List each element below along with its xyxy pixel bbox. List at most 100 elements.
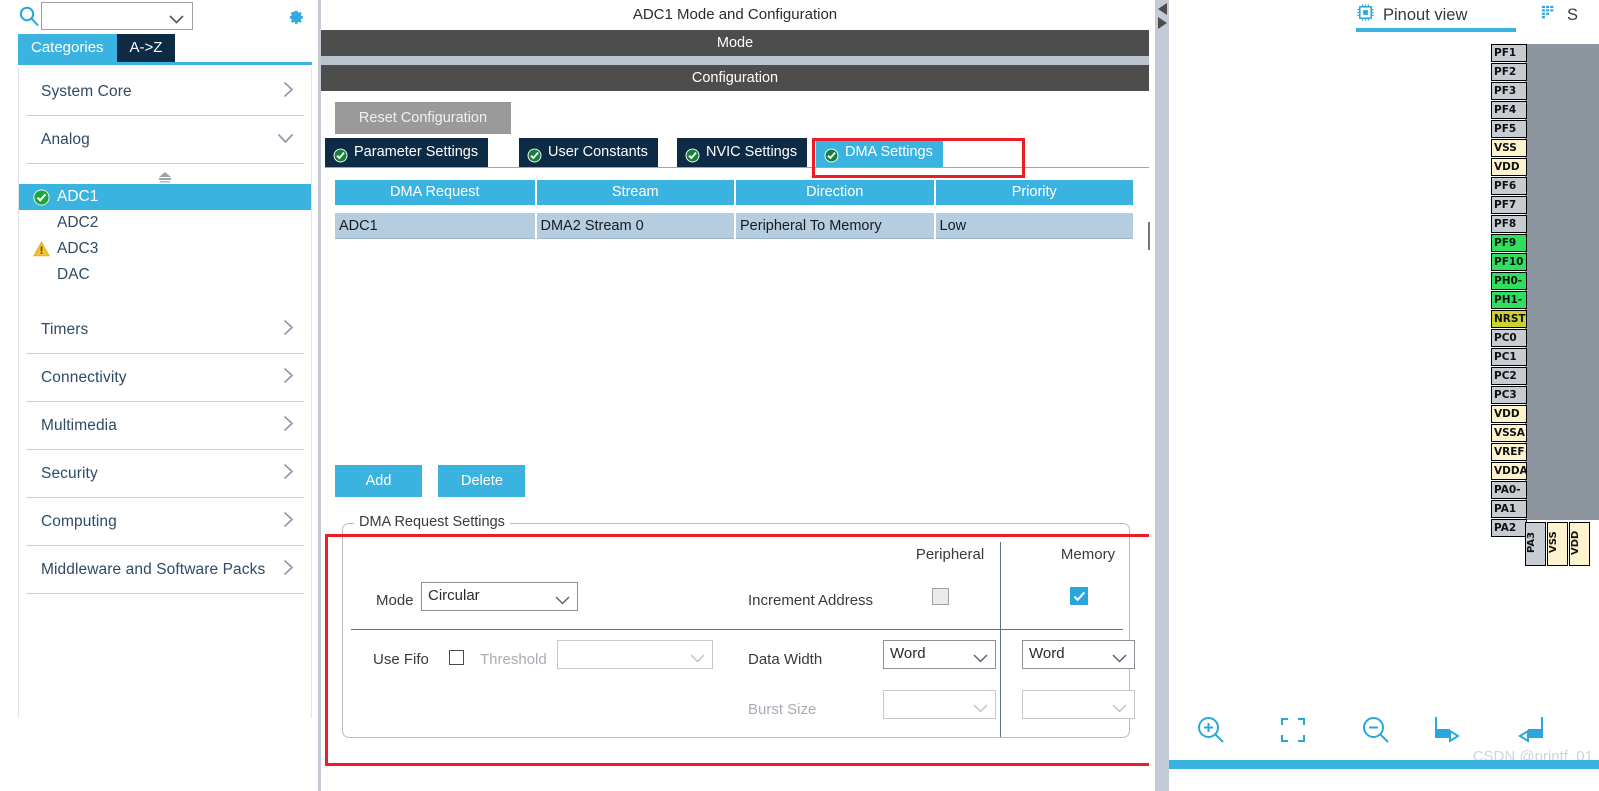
tab-categories[interactable]: Categories [18, 34, 117, 62]
tab-dma-settings[interactable]: DMA Settings [816, 138, 945, 167]
cell-dma-request[interactable]: ADC1 [335, 213, 535, 239]
delete-button[interactable]: Delete [438, 465, 526, 497]
pin-pf4[interactable]: PF4 [1491, 101, 1527, 119]
pin-vdd-3[interactable]: VDD [1569, 522, 1590, 566]
tab-a-to-z[interactable]: A->Z [116, 34, 176, 62]
search-input[interactable] [41, 2, 193, 30]
sidebar-item-label: Connectivity [41, 368, 127, 386]
pinout-tab-underline [1356, 28, 1516, 32]
gear-icon[interactable] [284, 4, 306, 26]
rotate-right-icon[interactable] [1430, 713, 1464, 747]
threshold-label: Threshold [480, 651, 547, 668]
sidebar-item-label: Middleware and Software Packs [41, 560, 266, 578]
pin-pf8[interactable]: PF8 [1491, 215, 1527, 233]
splitter-bar[interactable] [1155, 0, 1169, 791]
sidebar-item-multimedia[interactable]: Multimedia [26, 402, 304, 450]
pin-pf10[interactable]: GPIO_Output PF10 [1491, 253, 1527, 271]
pin-label: VDDA [1494, 465, 1527, 477]
chevron-down-icon [1112, 650, 1127, 668]
sidebar-item-middleware[interactable]: Middleware and Software Packs [26, 546, 304, 594]
column-header-priority[interactable]: Priority [935, 180, 1133, 205]
sidebar-item-label: System Core [41, 82, 132, 100]
pin-pf2[interactable]: PF2 [1491, 63, 1527, 81]
tab-user-constants[interactable]: User Constants [519, 138, 660, 167]
reset-configuration-button[interactable]: Reset Configuration [335, 102, 511, 134]
zoom-in-icon[interactable] [1194, 713, 1228, 747]
pin-ph0[interactable]: RCC_OSC_IN PH0-O. [1491, 272, 1527, 290]
sidebar-item-computing[interactable]: Computing [26, 498, 304, 546]
peripheral-item-dac[interactable]: DAC [19, 262, 311, 288]
pin-nrst[interactable]: NRST [1491, 310, 1527, 328]
sidebar-item-timers[interactable]: Timers [26, 306, 304, 354]
sidebar-item-analog[interactable]: Analog [26, 116, 304, 164]
peripheral-label: ADC1 [57, 188, 99, 205]
scroll-up-icon[interactable] [156, 170, 174, 188]
table-row[interactable]: ADC1 DMA2 Stream 0 Peripheral To Memory … [335, 213, 1135, 239]
fit-to-screen-icon[interactable] [1276, 713, 1310, 747]
pin-label: VDD [1570, 530, 1581, 555]
tab-label: NVIC Settings [706, 144, 798, 160]
pin-pf5[interactable]: PF5 [1491, 120, 1527, 138]
pin-pf7[interactable]: PF7 [1491, 196, 1527, 214]
sidebar-item-security[interactable]: Security [26, 450, 304, 498]
pin-pa3[interactable]: PA3 [1525, 522, 1546, 566]
chevron-down-icon [690, 650, 705, 668]
use-fifo-checkbox[interactable] [449, 650, 464, 665]
collapse-right-arrow-icon[interactable] [1157, 16, 1168, 34]
tab-pinout-view[interactable]: Pinout view [1356, 3, 1467, 27]
pin-label: PF2 [1494, 66, 1517, 78]
splitter-handle[interactable] [1148, 222, 1154, 250]
cell-stream[interactable]: DMA2 Stream 0 [536, 213, 734, 239]
pin-pc3[interactable]: PC3 [1491, 386, 1527, 404]
sidebar-item-system-core[interactable]: System Core [26, 68, 304, 116]
sidebar-tabs: Categories A->Z [18, 34, 176, 62]
peripheral-item-adc3[interactable]: ADC3 [19, 236, 311, 262]
pin-vdda[interactable]: VDDA [1491, 462, 1527, 480]
mode-select[interactable]: Circular [421, 582, 578, 611]
pin-pf3[interactable]: PF3 [1491, 82, 1527, 100]
pin-pc2[interactable]: PC2 [1491, 367, 1527, 385]
pin-pa1[interactable]: PA1 [1491, 500, 1527, 518]
chevron-down-icon[interactable] [169, 11, 184, 29]
peripheral-scroll-up[interactable] [19, 164, 311, 184]
pin-vss-2[interactable]: VSS [1547, 522, 1568, 566]
data-width-memory-value: Word [1029, 645, 1065, 662]
pin-pf9[interactable]: GPIO_Output PF9 [1491, 234, 1527, 252]
pin-pa2[interactable]: PA2 [1491, 519, 1527, 537]
sidebar-item-connectivity[interactable]: Connectivity [26, 354, 304, 402]
chip-pinout-diagram[interactable]: PF1 PF2 PF3 PF4 PF5 VSS VDD PF6 PF7 PF8 … [1485, 44, 1599, 566]
pin-ph1[interactable]: RCC_OSC_OUT PH1-O. [1491, 291, 1527, 309]
tab-system-view[interactable]: S [1540, 3, 1578, 27]
column-header-stream[interactable]: Stream [536, 180, 734, 205]
pin-pc0[interactable]: PC0 [1491, 329, 1527, 347]
column-header-direction[interactable]: Direction [736, 180, 934, 205]
cell-direction[interactable]: Peripheral To Memory [736, 213, 934, 239]
search-icon[interactable] [18, 5, 40, 27]
pin-pa0[interactable]: PA0-W [1491, 481, 1527, 499]
data-width-memory-select[interactable]: Word [1022, 640, 1135, 669]
data-width-peripheral-select[interactable]: Word [883, 640, 996, 669]
add-button[interactable]: Add [335, 465, 422, 497]
pin-vdd-1[interactable]: VDD [1491, 158, 1527, 176]
band-gap [321, 56, 1149, 65]
pin-pc1[interactable]: PC1 [1491, 348, 1527, 366]
column-header-dma-request[interactable]: DMA Request [335, 180, 535, 205]
zoom-out-icon[interactable] [1359, 713, 1393, 747]
pin-vdd-2[interactable]: VDD [1491, 405, 1527, 423]
pin-pf6[interactable]: PF6 [1491, 177, 1527, 195]
increment-address-peripheral-checkbox[interactable] [932, 588, 949, 605]
pin-vssa[interactable]: VSSA [1491, 424, 1527, 442]
dma-request-settings-group: DMA Request Settings Peripheral Memory M… [342, 514, 1135, 738]
rotate-left-icon[interactable] [1512, 713, 1546, 747]
cell-priority[interactable]: Low [935, 213, 1133, 239]
increment-address-memory-checkbox[interactable] [1070, 587, 1088, 605]
peripheral-item-adc2[interactable]: ADC2 [19, 210, 311, 236]
tab-parameter-settings[interactable]: Parameter Settings [325, 138, 491, 167]
tab-nvic-settings[interactable]: NVIC Settings [677, 138, 810, 167]
pin-vss-1[interactable]: VSS [1491, 139, 1527, 157]
pin-vref[interactable]: VREF+ [1491, 443, 1527, 461]
pin-label: PA0-W [1494, 484, 1521, 496]
pin-label: PC1 [1494, 351, 1517, 363]
pin-pf1[interactable]: PF1 [1491, 44, 1527, 62]
pin-label: PF10 [1494, 256, 1524, 268]
